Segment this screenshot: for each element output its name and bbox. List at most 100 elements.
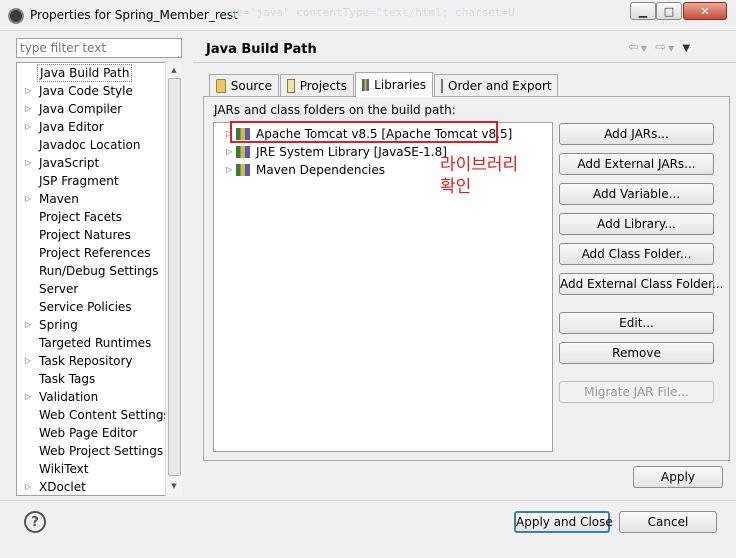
back-menu-icon[interactable]: ▼ [641, 44, 649, 53]
tree-item[interactable]: ▷ Validation [17, 388, 165, 406]
tree-item[interactable]: ▷ Spring [17, 316, 165, 334]
tree-item[interactable]: ▷ JavaScript [17, 154, 165, 172]
library-label: JRE System Library [JavaSE-1.8] [256, 145, 447, 159]
tree-item-label: Spring [39, 318, 78, 332]
add-jars-button[interactable]: Add JARs... [559, 123, 714, 145]
tree-item[interactable]: ▷ Java Code Style [17, 82, 165, 100]
expand-arrow-icon[interactable]: ▷ [23, 154, 33, 172]
tree-scrollbar[interactable]: ▲ ▼ [165, 62, 182, 496]
scroll-down-icon[interactable]: ▼ [166, 479, 182, 493]
expand-arrow-icon[interactable]: ▷ [23, 190, 33, 208]
maximize-icon: □ [663, 4, 675, 18]
tree-item[interactable]: Run/Debug Settings [17, 262, 165, 280]
tab-projects[interactable]: Projects [280, 74, 354, 96]
back-icon[interactable]: ⇦ [628, 40, 641, 55]
tree-item[interactable]: Web Page Editor [17, 424, 165, 442]
tab-projects-label: Projects [299, 78, 347, 93]
tree-item[interactable]: WikiText [17, 460, 165, 478]
forward-menu-icon[interactable]: ▼ [668, 44, 676, 53]
add-class-folder-button[interactable]: Add Class Folder... [559, 243, 714, 265]
library-jar-icon [236, 164, 250, 176]
expand-arrow-icon[interactable]: ▷ [23, 478, 33, 495]
scroll-up-icon[interactable]: ▲ [166, 63, 182, 77]
libraries-icon [362, 79, 370, 91]
projects-icon [287, 78, 295, 93]
tree-item-label: Run/Debug Settings [39, 264, 159, 278]
tree-item[interactable]: Project Facets [17, 208, 165, 226]
help-icon[interactable]: ? [24, 511, 46, 533]
tree-item[interactable]: ▷ Java Editor [17, 118, 165, 136]
view-menu-icon[interactable]: ▼ [682, 43, 692, 54]
property-tree[interactable]: Java Build Path ▷ Java Code Style ▷ Java Com… [16, 62, 182, 496]
tree-item-label: Web Content Settings [39, 408, 170, 422]
tree-item[interactable]: ▷ Maven [17, 190, 165, 208]
apply-button[interactable]: Apply [633, 466, 723, 488]
tree-item[interactable]: Javadoc Location [17, 136, 165, 154]
add-variable-button[interactable]: Add Variable... [559, 183, 714, 205]
order-export-icon [441, 78, 443, 93]
filter-input[interactable] [16, 38, 182, 58]
tree-item[interactable]: Service Policies [17, 298, 165, 316]
tab-order-export[interactable]: Order and Export [434, 74, 558, 96]
maximize-button[interactable]: □ [656, 2, 682, 20]
annotation-line-1: 라이브러리 [440, 155, 519, 175]
tree-item[interactable]: Targeted Runtimes [17, 334, 165, 352]
expand-arrow-icon[interactable]: ▷ [226, 143, 232, 161]
tree-item-label: WikiText [39, 462, 89, 476]
cancel-button[interactable]: Cancel [619, 511, 717, 533]
header-divider [193, 62, 736, 63]
expand-arrow-icon[interactable]: ▷ [23, 316, 33, 334]
tree-item[interactable]: ▷ XDoclet [17, 478, 165, 495]
handwritten-annotation: 라이브러리 확인 [440, 154, 518, 198]
tab-source[interactable]: Source [209, 74, 279, 96]
tree-item-label: Web Page Editor [39, 426, 138, 440]
expand-arrow-icon[interactable]: ▷ [23, 82, 33, 100]
tree-item[interactable]: JSP Fragment [17, 172, 165, 190]
background-code-text: ge="java" contentType="text/html; charse… [230, 6, 515, 19]
tree-item-label: JavaScript [39, 156, 100, 170]
tree-item[interactable]: Project Natures [17, 226, 165, 244]
add-library-button[interactable]: Add Library... [559, 213, 714, 235]
edit-button[interactable]: Edit... [559, 312, 714, 334]
tree-item-label: Project Facets [39, 210, 122, 224]
tree-item[interactable]: Java Build Path [17, 64, 165, 82]
tree-item[interactable]: Project References [17, 244, 165, 262]
add-external-class-folder-button[interactable]: Add External Class Folder... [559, 273, 723, 295]
tree-item-label: Java Editor [39, 120, 104, 134]
tree-item-label: Java Build Path [37, 64, 133, 82]
remove-button[interactable]: Remove [559, 342, 714, 364]
minimize-button[interactable]: ▁ [630, 2, 656, 20]
tree-item-label: Maven [39, 192, 79, 206]
tree-item-label: Project References [39, 246, 151, 260]
tab-libraries[interactable]: Libraries [355, 72, 433, 97]
apply-and-close-button[interactable]: Apply and Close [514, 511, 613, 533]
tree-item-label: Task Repository [39, 354, 133, 368]
tree-item-label: Server [39, 282, 79, 296]
tree-item[interactable]: Server [17, 280, 165, 298]
tree-item-label: Javadoc Location [39, 138, 141, 152]
tree-item[interactable]: Web Content Settings [17, 406, 170, 424]
tree-item[interactable]: ▷ Task Repository [17, 352, 165, 370]
tree-item-label: Service Policies [39, 300, 132, 314]
expand-arrow-icon[interactable]: ▷ [23, 100, 33, 118]
expand-arrow-icon[interactable]: ▷ [23, 388, 33, 406]
add-external-jars-button[interactable]: Add External JARs... [559, 153, 714, 175]
annotation-highlight-box [230, 121, 498, 143]
close-button[interactable]: ✕ [683, 2, 727, 20]
eclipse-icon [8, 8, 24, 24]
tree-item-label: Validation [39, 390, 99, 404]
tab-order-export-label: Order and Export [448, 78, 552, 93]
scroll-thumb[interactable] [168, 78, 181, 476]
tree-item[interactable]: ▷ Java Compiler [17, 100, 165, 118]
library-jar-icon [236, 146, 250, 158]
tree-item-label: Task Tags [39, 372, 96, 386]
expand-arrow-icon[interactable]: ▷ [226, 161, 232, 179]
tree-item[interactable]: Task Tags [17, 370, 165, 388]
expand-arrow-icon[interactable]: ▷ [23, 352, 33, 370]
tree-item-label: JSP Fragment [39, 174, 119, 188]
source-folder-icon [216, 78, 226, 93]
page-title: Java Build Path [206, 42, 317, 57]
forward-icon[interactable]: ⇨ [655, 40, 668, 55]
expand-arrow-icon[interactable]: ▷ [23, 118, 33, 136]
tree-item[interactable]: Web Project Settings [17, 442, 165, 460]
